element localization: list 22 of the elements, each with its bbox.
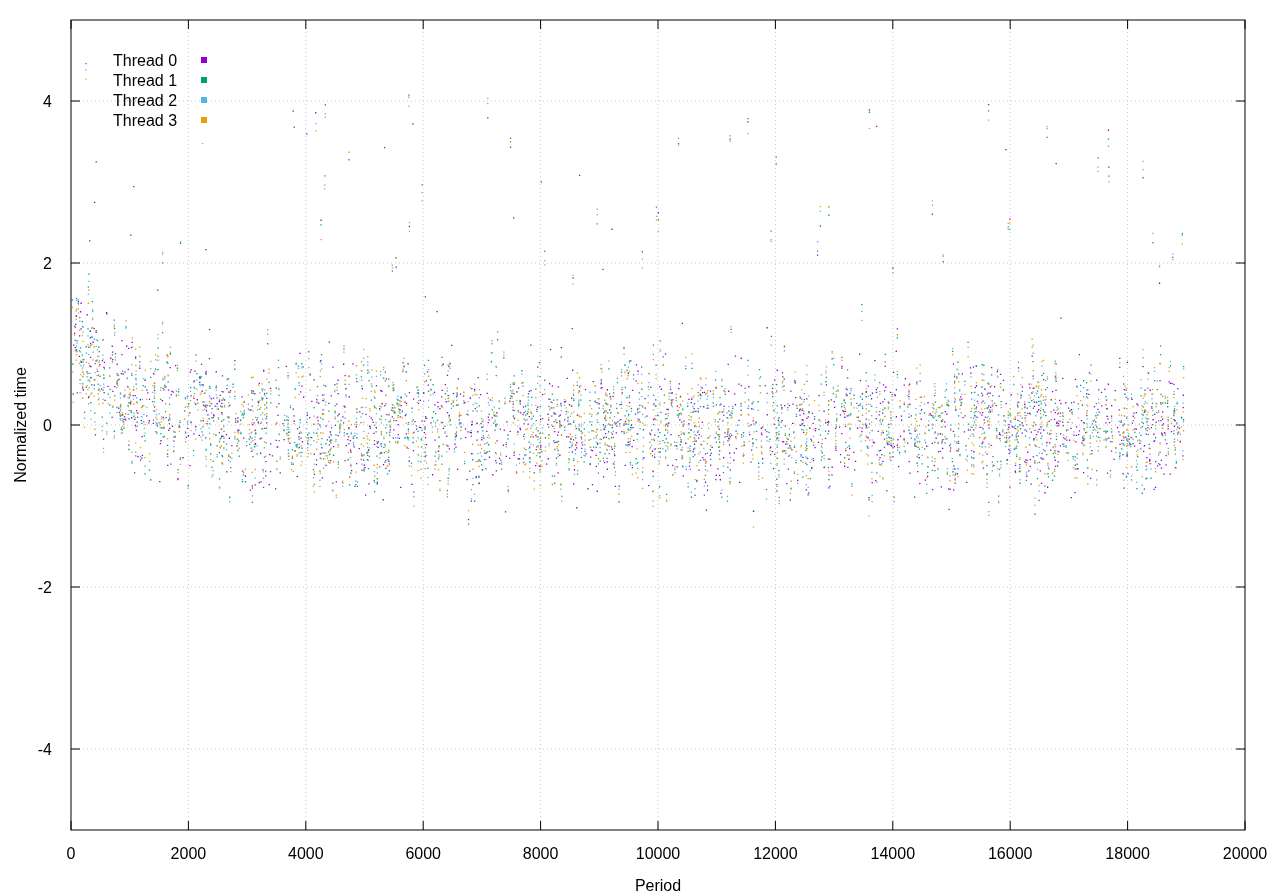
x-tick-label: 2000 bbox=[170, 845, 207, 862]
legend-label: Thread 3 bbox=[113, 112, 178, 129]
x-tick-label: 6000 bbox=[405, 845, 441, 862]
x-tick-label: 0 bbox=[66, 845, 76, 862]
y-tick-label: -2 bbox=[37, 579, 52, 596]
y-tick-label: 4 bbox=[43, 93, 52, 110]
x-tick-label: 18000 bbox=[1105, 845, 1150, 862]
x-tick-label: 8000 bbox=[522, 845, 559, 862]
x-tick-label: 16000 bbox=[987, 845, 1033, 862]
y-tick-label: -4 bbox=[37, 741, 52, 758]
y-axis-title: Normalized time bbox=[12, 367, 29, 483]
y-tick-label: 2 bbox=[43, 255, 52, 272]
x-tick-label: 20000 bbox=[1222, 845, 1268, 862]
x-tick-label: 4000 bbox=[288, 845, 324, 862]
x-tick-label: 14000 bbox=[870, 845, 916, 862]
y-tick-label: 0 bbox=[43, 417, 52, 434]
x-tick-label: 12000 bbox=[753, 845, 798, 862]
legend-label: Thread 0 bbox=[113, 52, 178, 69]
legend-label: Thread 2 bbox=[113, 92, 178, 109]
legend-label: Thread 1 bbox=[113, 72, 178, 89]
x-axis-title: Period bbox=[634, 877, 682, 894]
x-tick-label: 10000 bbox=[635, 845, 681, 862]
